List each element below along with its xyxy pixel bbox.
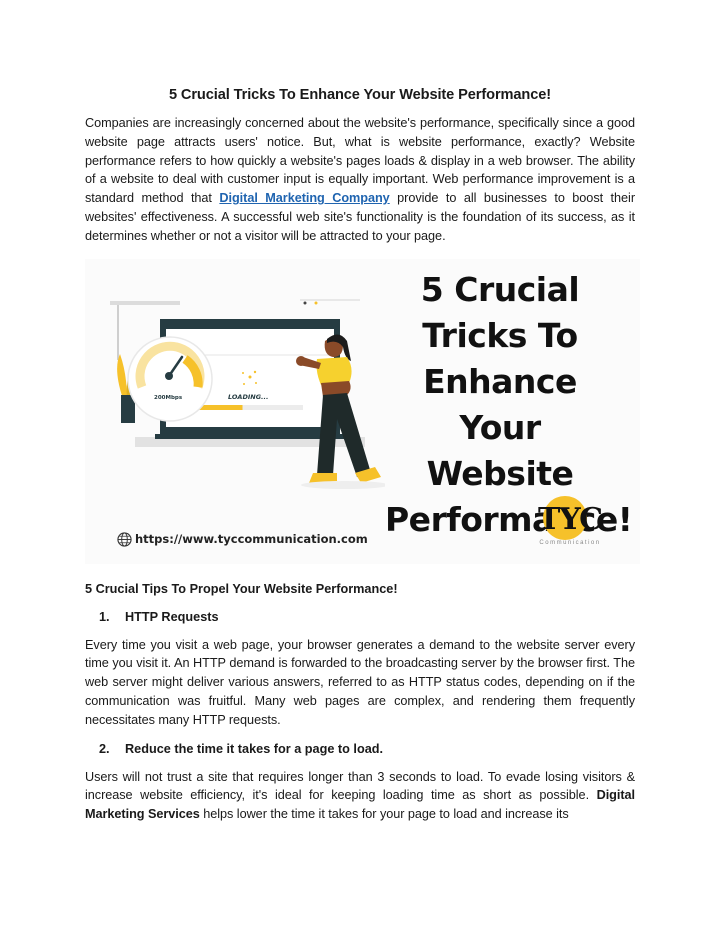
- digital-marketing-company-link[interactable]: Digital Marketing Company: [219, 191, 389, 205]
- hero-headline-line: 5 Crucial: [420, 269, 580, 309]
- list-item-heading: 1. HTTP Requests: [85, 608, 635, 626]
- tyc-logo: TYC Communication: [525, 495, 615, 548]
- document-title: 5 Crucial Tricks To Enhance Your Website…: [168, 87, 552, 103]
- section-heading: 5 Crucial Tips To Propel Your Website Pe…: [85, 581, 398, 596]
- hero-url-text: https://www.tyccommunication.com: [135, 532, 368, 547]
- globe-icon: [117, 531, 132, 547]
- list-item-heading: 2. Reduce the time it takes for a page to…: [85, 740, 635, 758]
- speedometer-icon: [127, 335, 213, 422]
- list-item-title: HTTP Requests: [125, 609, 219, 624]
- hero-illustration: LOADING... 200Mbps: [110, 298, 385, 489]
- document-page: 5 Crucial Tricks To Enhance Your Website…: [85, 82, 640, 824]
- list-item-number: 1.: [99, 609, 110, 624]
- list-item-body: Every time you visit a web page, your br…: [85, 637, 635, 727]
- hero-image: LOADING... 200Mbps 5 Crucial Tricks To E…: [85, 258, 640, 564]
- hero-headline-line: Website: [426, 453, 574, 493]
- intro-paragraph: Companies are increasingly concerned abo…: [85, 114, 635, 246]
- hero-url: https://www.tyccommunication.com: [117, 531, 368, 547]
- loading-label: LOADING...: [228, 393, 268, 401]
- list-item-body: Users will not trust a site that require…: [85, 768, 635, 824]
- logo-subtext: Communication: [539, 539, 601, 546]
- body-text: Users will not trust a site that require…: [85, 769, 635, 803]
- list-item-title: Reduce the time it takes for a page to l…: [125, 741, 384, 756]
- hero-headline-line: Enhance Your: [423, 361, 577, 447]
- hero-headline-line: Tricks To: [422, 315, 578, 355]
- logo-text: TYC: [537, 501, 603, 537]
- list-item-number: 2.: [99, 741, 110, 756]
- body-text: helps lower the time it takes for your p…: [199, 807, 569, 822]
- shelf-shape: [110, 300, 180, 305]
- speedometer-label: 200Mbps: [154, 395, 183, 401]
